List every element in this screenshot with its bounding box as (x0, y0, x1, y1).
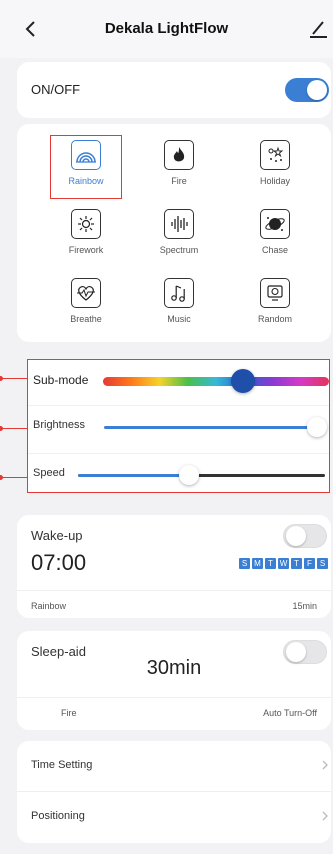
annotation-line (0, 378, 28, 379)
chevron-right-icon (322, 811, 328, 821)
fire-icon (164, 140, 194, 170)
mode-holiday[interactable]: Holiday (240, 136, 310, 198)
mode-rainbow[interactable]: Rainbow (50, 135, 122, 199)
wakeup-days: S M T W T F S (239, 558, 328, 569)
wakeup-time[interactable]: 07:00 (31, 550, 86, 576)
power-card: ON/OFF (17, 62, 331, 118)
mode-label: Chase (261, 245, 288, 255)
time-setting-row[interactable]: Time Setting (17, 741, 331, 792)
chase-icon (260, 209, 290, 239)
speed-slider-thumb[interactable] (179, 465, 200, 485)
brightness-slider-track[interactable] (104, 426, 317, 429)
wakeup-toggle[interactable] (283, 524, 327, 548)
sleep-card[interactable]: Sleep-aid 30min Fire Auto Turn-Off (17, 631, 331, 730)
annotation-dot (0, 376, 3, 381)
submode-label: Sub-mode (33, 373, 89, 387)
positioning-row[interactable]: Positioning (17, 792, 331, 843)
submode-row: Sub-mode (28, 360, 329, 400)
annotation-line (0, 428, 28, 429)
sleep-time[interactable]: 30min (17, 657, 331, 680)
sliders-panel: Sub-mode Brightness Speed (27, 359, 330, 493)
mode-label: Spectrum (159, 245, 199, 255)
mode-spectrum[interactable]: Spectrum (144, 205, 214, 267)
day-badge: F (304, 558, 315, 569)
sleep-mode: Fire (61, 708, 77, 718)
mode-random[interactable]: Random (240, 274, 310, 336)
day-badge: W (278, 558, 289, 569)
brightness-label: Brightness (33, 419, 85, 431)
brightness-slider-thumb[interactable] (307, 417, 327, 437)
day-badge: S (317, 558, 328, 569)
brightness-row: Brightness (28, 405, 329, 445)
day-badge: T (265, 558, 276, 569)
music-icon (164, 278, 194, 308)
mode-label: Firework (68, 245, 104, 255)
page-title: Dekala LightFlow (104, 20, 229, 37)
mode-fire[interactable]: Fire (144, 136, 214, 198)
wakeup-title: Wake-up (31, 528, 83, 543)
edit-icon[interactable] (307, 18, 329, 40)
breathe-icon (71, 278, 101, 308)
submode-slider-track[interactable] (103, 377, 329, 386)
submode-slider-thumb[interactable] (231, 369, 256, 393)
mode-label: Random (257, 314, 293, 324)
divider (17, 697, 331, 698)
mode-label: Rainbow (68, 176, 104, 186)
mode-label: Holiday (259, 176, 290, 186)
header: Dekala LightFlow (0, 0, 333, 58)
time-setting-label: Time Setting (31, 759, 93, 771)
chevron-right-icon (322, 760, 328, 770)
mode-firework[interactable]: Firework (51, 205, 121, 267)
mode-label: Fire (171, 176, 187, 186)
sleep-action: Auto Turn-Off (263, 708, 317, 718)
day-badge: M (252, 558, 263, 569)
random-icon (260, 278, 290, 308)
rainbow-icon (71, 140, 101, 170)
wakeup-mode: Rainbow (31, 601, 67, 611)
mode-music[interactable]: Music (144, 274, 214, 336)
wakeup-card[interactable]: Wake-up 07:00 S M T W T F S Rainbow 15mi… (17, 515, 331, 618)
annotation-dot (0, 475, 3, 480)
power-label: ON/OFF (31, 82, 81, 97)
holiday-icon (260, 140, 290, 170)
day-badge: T (291, 558, 302, 569)
wakeup-duration: 15min (292, 601, 317, 611)
day-badge: S (239, 558, 250, 569)
modes-grid: Rainbow Fire Holiday Firework Spectrum C… (17, 124, 331, 342)
firework-icon (71, 209, 101, 239)
power-toggle[interactable] (285, 78, 329, 102)
speed-slider-fill (78, 474, 190, 477)
divider (17, 590, 331, 591)
mode-breathe[interactable]: Breathe (51, 274, 121, 336)
positioning-label: Positioning (31, 810, 85, 822)
mode-label: Music (167, 314, 191, 324)
spectrum-icon (164, 209, 194, 239)
speed-label: Speed (33, 467, 65, 479)
annotation-dot (0, 426, 3, 431)
speed-row: Speed (28, 453, 329, 493)
annotation-line (0, 477, 28, 478)
mode-chase[interactable]: Chase (240, 205, 310, 267)
settings-card: Time Setting Positioning (17, 741, 331, 843)
mode-label: Breathe (70, 314, 102, 324)
